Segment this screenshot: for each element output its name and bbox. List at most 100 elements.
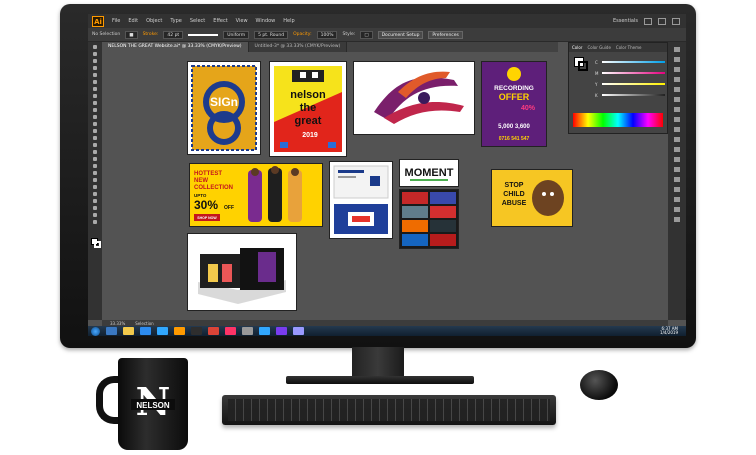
- links-icon[interactable]: [674, 217, 680, 222]
- lightroom-taskbar-icon[interactable]: [259, 327, 270, 335]
- yellow-track[interactable]: [602, 83, 665, 85]
- ie-taskbar-icon[interactable]: [106, 327, 117, 335]
- tab-untitled-3[interactable]: Untitled-3* @ 33.33% (CMYK/Preview): [248, 42, 348, 52]
- gradient-tool-icon[interactable]: [93, 171, 97, 175]
- color-spectrum[interactable]: [573, 113, 663, 127]
- blend-tool-icon[interactable]: [93, 185, 97, 189]
- transform-icon[interactable]: [674, 187, 680, 192]
- direct-selection-tool-icon[interactable]: [93, 52, 97, 56]
- graph-tool-icon[interactable]: [93, 199, 97, 203]
- maximize-icon[interactable]: [658, 17, 666, 25]
- character-icon[interactable]: [674, 197, 680, 202]
- tab-color-guide[interactable]: Color Guide: [587, 45, 610, 50]
- stroke-weight-input[interactable]: 42 pt: [163, 30, 184, 39]
- artboard-recording-offer[interactable]: RECORDING OFFER 40% 5,000 3,600 0716 541…: [482, 62, 546, 146]
- menu-file[interactable]: File: [112, 18, 120, 24]
- pathfinder-icon[interactable]: [674, 177, 680, 182]
- stroke-color-swatch[interactable]: [94, 241, 101, 248]
- tab-color[interactable]: Color: [572, 45, 582, 50]
- magenta-track[interactable]: [602, 72, 665, 74]
- artboard-stop-child-abuse[interactable]: STOP CHILD ABUSE: [492, 170, 572, 226]
- opacity-input[interactable]: 100%: [316, 30, 338, 39]
- artboard-splash-art[interactable]: [354, 62, 474, 134]
- menu-edit[interactable]: Edit: [128, 18, 138, 24]
- scale-tool-icon[interactable]: [93, 129, 97, 133]
- pencil-tool-icon[interactable]: [93, 108, 97, 112]
- artboard-sign-poster[interactable]: SIGn: [188, 62, 260, 154]
- color-guide-icon[interactable]: [674, 57, 680, 62]
- transparency-icon[interactable]: [674, 117, 680, 122]
- perspective-grid-tool-icon[interactable]: [93, 157, 97, 161]
- preferences-button[interactable]: Preferences: [428, 30, 463, 39]
- layers-icon[interactable]: [674, 147, 680, 152]
- artboard-business-cards[interactable]: [330, 162, 392, 238]
- swatches-icon[interactable]: [674, 67, 680, 72]
- paragraph-icon[interactable]: [674, 207, 680, 212]
- document-setup-button[interactable]: Document Setup: [377, 30, 424, 39]
- menu-help[interactable]: Help: [283, 18, 294, 24]
- opacity-label[interactable]: Opacity:: [293, 32, 312, 37]
- indesign-taskbar-icon[interactable]: [225, 327, 236, 335]
- premiere-taskbar-icon[interactable]: [293, 327, 304, 335]
- menu-window[interactable]: Window: [256, 18, 276, 24]
- mesh-tool-icon[interactable]: [93, 164, 97, 168]
- align-icon[interactable]: [674, 167, 680, 172]
- taskbar-clock[interactable]: 6:37 AM 1/4/2019: [660, 327, 686, 335]
- color-panel-icon[interactable]: [674, 47, 680, 52]
- artboard-car-collage[interactable]: [400, 190, 458, 248]
- slider-cyan[interactable]: C: [595, 59, 665, 65]
- menu-select[interactable]: Select: [190, 18, 205, 24]
- hand-tool-icon[interactable]: [93, 213, 97, 217]
- graphic-styles-icon[interactable]: [674, 137, 680, 142]
- photoshop-taskbar-icon[interactable]: [157, 327, 168, 335]
- explorer-taskbar-icon[interactable]: [123, 327, 134, 335]
- lasso-tool-icon[interactable]: [93, 66, 97, 70]
- menu-view[interactable]: View: [236, 18, 248, 24]
- slider-black[interactable]: K: [595, 92, 665, 98]
- chrome-taskbar-icon[interactable]: [208, 327, 219, 335]
- menu-type[interactable]: Type: [170, 18, 181, 24]
- pen-tool-icon[interactable]: [93, 73, 97, 77]
- tab-nelson-website[interactable]: NELSON THE GREAT Website.ai* @ 33.33% (C…: [102, 42, 249, 52]
- close-icon[interactable]: [672, 17, 680, 25]
- appearance-icon[interactable]: [674, 127, 680, 132]
- zoom-tool-icon[interactable]: [93, 220, 97, 224]
- fill-swatch-picker[interactable]: ■: [125, 30, 138, 39]
- stroke-panel-icon[interactable]: [674, 97, 680, 102]
- rectangle-tool-icon[interactable]: [93, 94, 97, 98]
- artboard-moment-logo[interactable]: MOMENT: [400, 160, 458, 186]
- illustrator-taskbar-icon[interactable]: [174, 327, 185, 335]
- symbol-sprayer-tool-icon[interactable]: [93, 192, 97, 196]
- black-track[interactable]: [602, 94, 665, 96]
- app2-taskbar-icon[interactable]: [242, 327, 253, 335]
- artboard-tool-icon[interactable]: [93, 206, 97, 210]
- eraser-tool-icon[interactable]: [93, 115, 97, 119]
- type-tool-icon[interactable]: [93, 80, 97, 84]
- app3-taskbar-icon[interactable]: [276, 327, 287, 335]
- app-taskbar-icon[interactable]: [191, 327, 202, 335]
- menu-effect[interactable]: Effect: [213, 18, 227, 24]
- magic-wand-tool-icon[interactable]: [93, 59, 97, 63]
- symbols-icon[interactable]: [674, 87, 680, 92]
- slider-yellow[interactable]: Y: [595, 81, 665, 87]
- paintbrush-tool-icon[interactable]: [93, 101, 97, 105]
- cyan-track[interactable]: [602, 61, 665, 63]
- gradient-panel-icon[interactable]: [674, 107, 680, 112]
- line-tool-icon[interactable]: [93, 87, 97, 91]
- style-picker[interactable]: □: [360, 30, 373, 39]
- rotate-tool-icon[interactable]: [93, 122, 97, 126]
- workspace-switcher[interactable]: Essentials: [613, 18, 638, 24]
- panel-stroke-swatch[interactable]: [578, 61, 588, 71]
- minimize-icon[interactable]: [644, 17, 652, 25]
- slider-magenta[interactable]: M: [595, 70, 665, 76]
- shape-builder-tool-icon[interactable]: [93, 150, 97, 154]
- brushes-icon[interactable]: [674, 77, 680, 82]
- selection-tool-icon[interactable]: [93, 45, 97, 49]
- stroke-label[interactable]: Stroke:: [143, 32, 159, 37]
- tab-color-theme[interactable]: Color Theme: [616, 45, 642, 50]
- media-taskbar-icon[interactable]: [140, 327, 151, 335]
- artboards-panel-icon[interactable]: [674, 157, 680, 162]
- eyedropper-tool-icon[interactable]: [93, 178, 97, 182]
- zoom-level[interactable]: 33.33%: [110, 321, 125, 326]
- windows-start-icon[interactable]: [91, 326, 100, 336]
